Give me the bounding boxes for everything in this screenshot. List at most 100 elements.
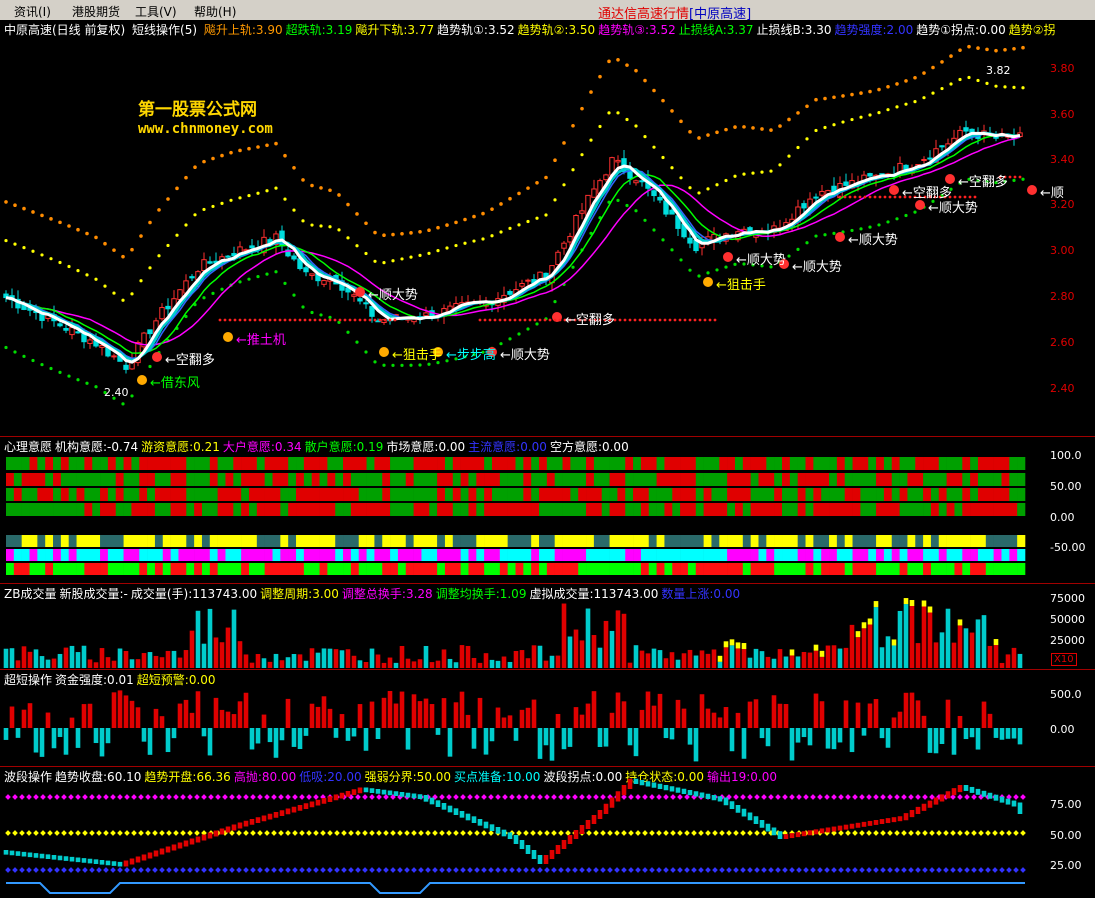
level-dot bbox=[733, 867, 739, 873]
heatmap-cell bbox=[946, 535, 955, 547]
heatmap-cell bbox=[13, 563, 22, 575]
heatmap-cell bbox=[1009, 563, 1018, 575]
stop-dot bbox=[393, 318, 397, 322]
level-dot bbox=[859, 830, 865, 836]
level-dot bbox=[873, 794, 879, 800]
heatmap-cell bbox=[358, 488, 367, 501]
strength-bar bbox=[261, 714, 267, 728]
menu-tools[interactable]: 工具(V) bbox=[135, 3, 177, 20]
menu-info[interactable]: 资讯(I) bbox=[14, 3, 51, 20]
main-price-panel[interactable]: 中原高速(日线 前复权) 短线操作(5) 飚升上轨:3.90 超跌轨:3.19 飚升… bbox=[0, 20, 1095, 436]
volume-bar bbox=[621, 613, 627, 668]
wave-bar bbox=[99, 860, 105, 865]
heatmap-cell bbox=[554, 503, 563, 516]
heatmap-cell bbox=[484, 535, 493, 547]
heatmap-cell bbox=[734, 535, 744, 547]
level-dot bbox=[866, 867, 872, 873]
heatmap-cell bbox=[946, 563, 955, 575]
wave-bar bbox=[81, 858, 87, 863]
candle-body bbox=[75, 331, 81, 334]
heatmap-cell bbox=[154, 457, 164, 470]
level-dot bbox=[516, 794, 522, 800]
heatmap-cell bbox=[648, 473, 657, 486]
wave-bar bbox=[579, 825, 585, 834]
heatmap-cell bbox=[946, 488, 955, 501]
menu-hk-futures[interactable]: 港股期货 bbox=[72, 3, 120, 20]
heatmap-cell bbox=[476, 535, 485, 547]
volume-bar bbox=[633, 645, 639, 668]
level-dot bbox=[355, 867, 361, 873]
heatmap-cell bbox=[617, 473, 626, 486]
heatmap-cell bbox=[37, 563, 46, 575]
heatmap-cell bbox=[29, 535, 38, 547]
level-dot bbox=[145, 867, 151, 873]
guide-dot bbox=[697, 191, 701, 195]
mind-heatmap[interactable] bbox=[0, 437, 1048, 583]
level-dot bbox=[824, 867, 830, 873]
guide-dot bbox=[328, 225, 332, 229]
level-dot bbox=[68, 794, 74, 800]
strength-bar bbox=[837, 728, 843, 743]
heatmap-cell bbox=[437, 473, 446, 486]
heatmap-cell bbox=[194, 563, 203, 575]
mind-panel[interactable]: 心理意愿 机构意愿:-0.74 游资意愿:0.21 大户意愿:0.34 散户意愿:0.1… bbox=[0, 437, 1095, 583]
heatmap-cell bbox=[860, 535, 869, 547]
candle-body bbox=[651, 190, 657, 197]
level-dot bbox=[96, 794, 102, 800]
heatmap-cell bbox=[241, 503, 250, 516]
heatmap-cell bbox=[327, 503, 336, 516]
heatmap-cell bbox=[319, 488, 328, 501]
heatmap-cell bbox=[68, 535, 77, 547]
heatmap-cell bbox=[656, 503, 665, 516]
stop-dot bbox=[238, 318, 242, 322]
heatmap-cell bbox=[546, 488, 555, 501]
heatmap-cell bbox=[139, 563, 148, 575]
heatmap-cell bbox=[805, 488, 814, 501]
guide-dot bbox=[301, 219, 305, 223]
menu-help[interactable]: 帮助(H) bbox=[194, 3, 236, 20]
level-dot bbox=[684, 830, 690, 836]
volume-chart[interactable] bbox=[0, 584, 1048, 669]
heatmap-cell bbox=[460, 488, 469, 501]
guide-dot bbox=[985, 47, 989, 52]
wave-bar bbox=[63, 856, 69, 861]
wave-panel[interactable]: 波段操作 趋势收盘:60.10 趋势开盘:66.36 高抛:80.00 低吸:20.00… bbox=[0, 767, 1095, 898]
wave-bar bbox=[111, 861, 117, 866]
heatmap-cell bbox=[37, 549, 46, 561]
ultra-short-chart[interactable] bbox=[0, 670, 1048, 766]
wave-chart[interactable] bbox=[0, 767, 1048, 898]
level-dot bbox=[656, 867, 662, 873]
wave-bar bbox=[927, 800, 933, 808]
guide-dot bbox=[4, 200, 8, 204]
heatmap-cell bbox=[782, 503, 791, 516]
heatmap-cell bbox=[194, 457, 203, 470]
heatmap-cell bbox=[852, 488, 861, 501]
heatmap-cell bbox=[225, 563, 234, 575]
guide-dot bbox=[58, 370, 62, 374]
heatmap-cell bbox=[256, 457, 265, 470]
heatmap-cell bbox=[248, 488, 258, 501]
ultra-short-panel[interactable]: 超短操作 资金强度:0.01 超短预警:0.00 500.0 0.00 bbox=[0, 670, 1095, 766]
volume-panel[interactable]: ZB成交量 新股成交量:- 成交量(手):113743.00 调整周期:3.00 调整总… bbox=[0, 584, 1095, 669]
guide-dot bbox=[454, 220, 458, 225]
guide-dot bbox=[4, 345, 8, 350]
level-dot bbox=[19, 830, 25, 836]
guide-dot bbox=[625, 203, 629, 208]
heatmap-cell bbox=[186, 473, 195, 486]
guide-dot bbox=[832, 95, 836, 100]
strength-bar bbox=[129, 700, 135, 728]
heatmap-cell bbox=[750, 488, 759, 501]
heatmap-cell bbox=[390, 473, 399, 486]
guide-dot bbox=[508, 226, 512, 230]
heatmap-cell bbox=[985, 503, 994, 516]
level-dot bbox=[236, 794, 242, 800]
level-dot bbox=[831, 867, 837, 873]
heatmap-cell bbox=[711, 549, 720, 561]
heatmap-cell bbox=[421, 563, 430, 575]
stop-dot bbox=[298, 318, 302, 322]
heatmap-cell bbox=[593, 503, 603, 516]
heatmap-cell bbox=[711, 457, 720, 470]
strength-bar bbox=[537, 728, 543, 759]
heatmap-cell bbox=[413, 473, 422, 486]
signal-annotation: ←顺大势 bbox=[500, 348, 550, 363]
